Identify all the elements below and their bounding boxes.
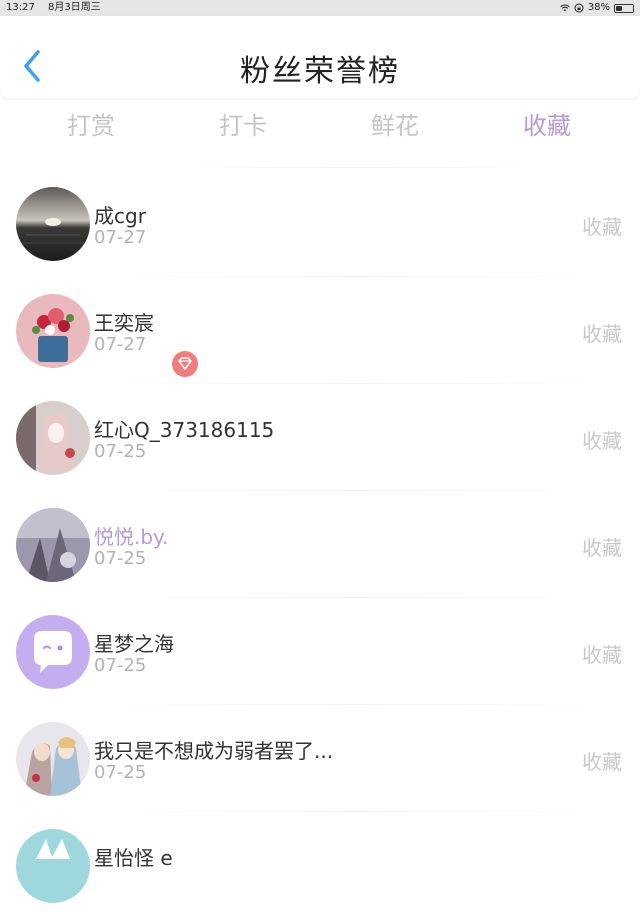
avatar[interactable] xyxy=(16,187,90,261)
list-item[interactable]: 成cgr 07-27 收藏 xyxy=(0,170,640,277)
fan-name: 星怡怪 e xyxy=(94,846,173,870)
battery-icon xyxy=(614,3,634,13)
fan-date: 07-25 xyxy=(94,548,147,569)
list-item[interactable]: 星怡怪 e xyxy=(0,812,640,919)
tab-favorites[interactable]: 收藏 xyxy=(492,106,602,141)
avatar[interactable] xyxy=(16,508,90,582)
fan-name: 悦悦.by. xyxy=(94,525,169,549)
fan-action-label: 收藏 xyxy=(582,215,622,239)
list-item[interactable]: 红心Q_373186115 07-25 收藏 xyxy=(0,384,640,491)
tab-reward[interactable]: 打赏 xyxy=(36,106,146,141)
tab-checkin[interactable]: 打卡 xyxy=(188,106,298,141)
list-item[interactable]: 我只是不想成为弱者罢了... 07-25 收藏 xyxy=(0,705,640,812)
status-time: 13:27 xyxy=(6,2,35,13)
fan-name: 星梦之海 xyxy=(94,632,174,656)
orientation-lock-icon xyxy=(574,3,584,13)
list-item[interactable]: 王奕宸 07-27 收藏 xyxy=(0,277,640,384)
fan-date: 07-25 xyxy=(94,655,147,676)
fan-date: 07-27 xyxy=(94,334,147,355)
avatar[interactable] xyxy=(16,401,90,475)
fan-action-label: 收藏 xyxy=(582,750,622,774)
avatar[interactable] xyxy=(16,294,90,368)
list-item[interactable]: 悦悦.by. 07-25 收藏 xyxy=(0,491,640,598)
fan-name: 成cgr xyxy=(94,204,146,228)
tab-bar: 打赏 打卡 鲜花 收藏 xyxy=(0,100,640,150)
avatar[interactable] xyxy=(16,829,90,903)
fan-action-label: 收藏 xyxy=(582,643,622,667)
fan-action-label: 收藏 xyxy=(582,429,622,453)
fan-date: 07-27 xyxy=(94,227,147,248)
status-right: 38% xyxy=(560,0,634,16)
fan-action-label: 收藏 xyxy=(582,536,622,560)
avatar[interactable] xyxy=(16,615,90,689)
status-date: 8月3日周三 xyxy=(48,2,101,13)
header: 粉丝荣誉榜 xyxy=(0,16,640,98)
tab-divider xyxy=(180,167,540,168)
fan-date: 07-25 xyxy=(94,762,147,783)
status-bar: 13:27 8月3日周三 38% xyxy=(0,0,640,16)
battery-percent: 38% xyxy=(587,2,610,13)
fan-name: 王奕宸 xyxy=(94,311,154,335)
tab-flowers[interactable]: 鲜花 xyxy=(340,106,450,141)
fan-action-label: 收藏 xyxy=(582,322,622,346)
status-left: 13:27 8月3日周三 xyxy=(6,0,111,16)
page-title: 粉丝荣誉榜 xyxy=(240,54,400,89)
avatar[interactable] xyxy=(16,722,90,796)
fan-name: 红心Q_373186115 xyxy=(94,418,275,442)
fan-date: 07-25 xyxy=(94,441,147,462)
fan-name: 我只是不想成为弱者罢了... xyxy=(94,739,334,763)
diamond-badge-icon xyxy=(172,351,198,377)
wifi-icon xyxy=(560,4,570,12)
list-item[interactable]: 星梦之海 07-25 收藏 xyxy=(0,598,640,705)
